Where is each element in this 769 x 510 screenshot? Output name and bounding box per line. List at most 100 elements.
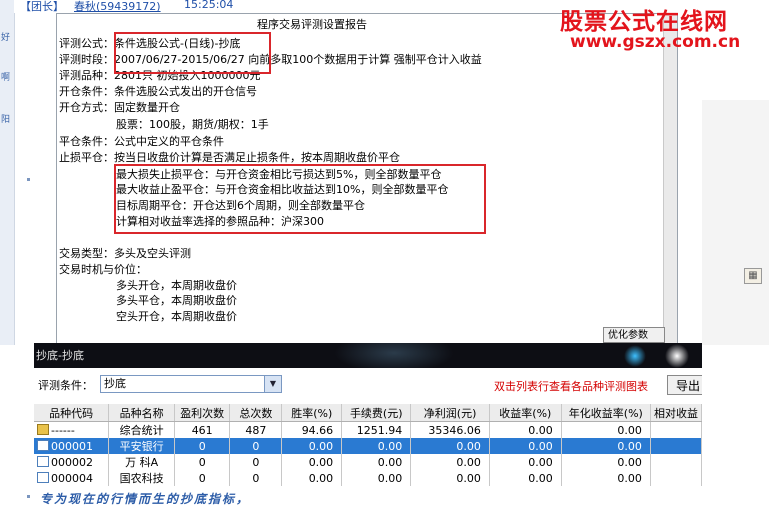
report-line: 评测品种：2801只 初始投入1000000元 [59,69,261,82]
report-line: 多头平仓，本周期收盘价 [116,294,237,307]
cell-win-count: 0 [174,438,231,454]
chat-user[interactable]: 春秋(59439172) [74,0,161,14]
cell-return: 0.00 [489,454,562,470]
column-header[interactable]: 净利润(元) [410,404,490,422]
cell-total-count: 0 [229,454,283,470]
table-row[interactable]: 000002 万 科A 0 0 0.00 0.00 0.00 0.00 0.00 [34,454,702,470]
folder-icon [37,423,49,435]
report-line: 开仓方式：固定数量开仓 [59,101,180,114]
left-strip-glyph: 阳 [1,115,11,125]
report-line: 评测时段：2007/06/27-2015/06/27 向前多取100个数据用于计… [59,53,482,66]
toolbar-decoration [664,343,690,368]
cell-net-profit: 0.00 [410,454,490,470]
document-icon [37,455,49,467]
report-title: 程序交易评测设置报告 [257,18,367,31]
table-row[interactable]: 000001 平安银行 0 0 0.00 0.00 0.00 0.00 0.00 [34,438,702,454]
toolbar-decoration [624,345,646,367]
report-line: 计算相对收益率选择的参照品种：沪深300 [116,215,324,228]
eval-window-titlebar: 抄底-抄底 [34,343,702,368]
report-line: 最大收益止盈平仓：与开仓资金相比收益达到10%，则全部数量平仓 [116,183,449,196]
cell-relative-return [650,470,702,486]
cell-relative-return [650,421,702,438]
left-strip-glyph: 啊 [1,73,11,83]
cell-relative-return [650,438,702,454]
cell-annual-return: 0.00 [561,470,651,486]
cell-return: 0.00 [489,438,562,454]
report-panel: 程序交易评测设置报告 评测公式：条件选股公式-(日线)-抄底 评测时段：2007… [56,13,678,345]
cell-relative-return [650,454,702,470]
report-line: 多头开仓，本周期收盘价 [116,279,237,292]
report-line: 股票：100股，期货/期权：1手 [116,118,269,131]
optimize-params-button[interactable]: 优化参数 [603,327,665,343]
cell-win-rate: 0.00 [281,438,343,454]
left-strip-glyph: 好 [1,33,11,43]
cell-fee: 1251.94 [341,421,412,438]
right-pane [702,100,769,345]
export-button[interactable]: 导出 [667,375,702,395]
eval-window-title: 抄底-抄底 [36,349,84,362]
report-line: 评测公式：条件选股公式-(日线)-抄底 [59,37,241,50]
left-strip: 好 啊 阳 [0,0,15,345]
column-header[interactable]: 品种代码 [34,404,110,422]
column-header[interactable]: 总次数 [229,404,283,422]
report-line: 交易类型：多头及空头评测 [59,247,191,260]
cell-name: 国农科技 [108,470,175,486]
cell-return: 0.00 [489,421,562,438]
cell-name: 万 科A [108,454,175,470]
column-header[interactable]: 相对收益 [650,404,702,422]
table-row-summary[interactable]: ------ 综合统计 461 487 94.66 1251.94 35346.… [34,421,702,438]
cell-annual-return: 0.00 [561,454,651,470]
cell-total-count: 487 [229,421,283,438]
cell-net-profit: 0.00 [410,470,490,486]
calendar-icon[interactable]: ▦ [744,268,762,284]
cell-annual-return: 0.00 [561,438,651,454]
group-tag: 【团长】 [20,0,64,13]
report-line: 止损平仓：按当日收盘价计算是否满足止损条件，按本周期收盘价平仓 [59,151,400,164]
cell-fee: 0.00 [341,470,412,486]
result-table: 品种代码 品种名称 盈利次数 总次数 胜率(%) 手续费(元) 净利润(元) 收… [34,404,702,486]
cell-win-count: 0 [174,470,231,486]
toolbar-decoration [334,343,454,368]
chat-time: 15:25:04 [184,0,234,11]
cell-code: 000002 [51,455,93,469]
cell-name: 平安银行 [108,438,175,454]
chevron-down-icon[interactable]: ▼ [264,376,281,392]
report-line: 开仓条件：条件选股公式发出的开仓信号 [59,85,257,98]
cell-win-rate: 94.66 [281,421,343,438]
cell-win-rate: 0.00 [281,470,343,486]
slogan-text: 专为现在的行情而生的抄底指标， [40,492,251,506]
double-click-hint: 双击列表行查看各品种评测图表 [494,380,648,393]
report-line: 最大损失止损平仓：与开仓资金相比亏损达到5%，则全部数量平仓 [116,168,442,181]
cell-win-count: 0 [174,454,231,470]
cell-fee: 0.00 [341,454,412,470]
eval-condition-label: 评测条件： [38,379,93,392]
column-header[interactable]: 品种名称 [108,404,175,422]
eval-condition-select[interactable]: 抄底 [100,375,282,393]
document-icon [37,471,49,483]
column-header[interactable]: 收益率(%) [489,404,562,422]
brand-logo-url: www.gszx.com.cn [570,32,741,52]
report-line: 交易时机与价位： [59,263,147,276]
column-header[interactable]: 年化收益率(%) [561,404,651,422]
report-line: 平仓条件：公式中定义的平仓条件 [59,135,224,148]
table-row[interactable]: 000004 国农科技 0 0 0.00 0.00 0.00 0.00 0.00 [34,470,702,486]
cell-total-count: 0 [229,438,283,454]
cell-net-profit: 35346.06 [410,421,490,438]
document-icon [37,439,49,451]
column-header[interactable]: 胜率(%) [281,404,343,422]
report-line: 目标周期平仓：开仓达到6个周期，则全部数量平仓 [116,199,365,212]
brand-logo-title: 股票公式在线网 [560,9,728,35]
cell-code: ------ [51,423,75,437]
column-header[interactable]: 盈利次数 [174,404,231,422]
cell-total-count: 0 [229,470,283,486]
cell-code: 000001 [51,439,93,453]
bullet-dot [27,178,30,181]
report-line: 空头开仓，本周期收盘价 [116,310,237,323]
cell-return: 0.00 [489,470,562,486]
cell-win-count: 461 [174,421,231,438]
report-scrollbar[interactable] [663,14,677,344]
column-header[interactable]: 手续费(元) [341,404,412,422]
table-header: 品种代码 品种名称 盈利次数 总次数 胜率(%) 手续费(元) 净利润(元) 收… [34,404,702,422]
cell-annual-return: 0.00 [561,421,651,438]
cell-net-profit: 0.00 [410,438,490,454]
